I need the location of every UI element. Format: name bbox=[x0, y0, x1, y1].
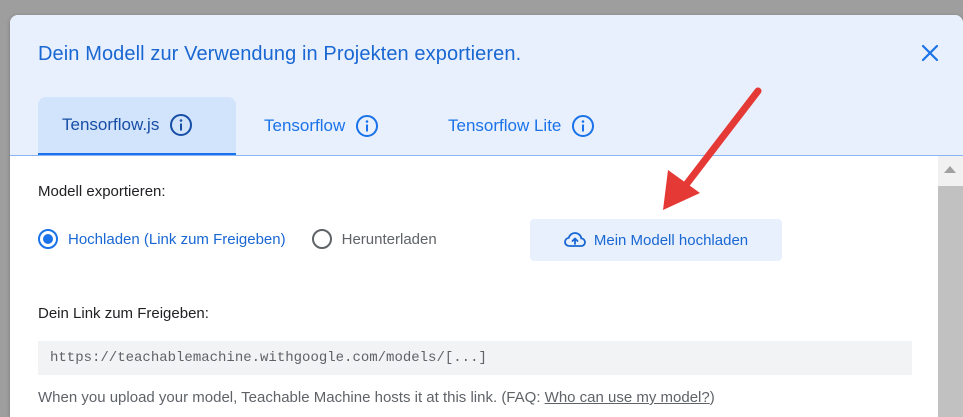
radio-checked-icon bbox=[38, 229, 58, 249]
tab-label: Tensorflow Lite bbox=[448, 116, 562, 135]
tab-tensorflow-js[interactable]: Tensorflow.js bbox=[38, 97, 236, 155]
scroll-thumb[interactable] bbox=[938, 186, 963, 417]
upload-model-button[interactable]: Mein Modell hochladen bbox=[530, 219, 782, 261]
share-helper-text: When you upload your model, Teachable Ma… bbox=[38, 389, 715, 406]
dialog-title: Dein Modell zur Verwendung in Projekten … bbox=[38, 43, 522, 65]
export-options: Hochladen (Link zum Freigeben) Herunterl… bbox=[38, 219, 463, 259]
faq-link[interactable]: Who can use my model? bbox=[545, 389, 710, 406]
helper-suffix: ) bbox=[709, 389, 715, 406]
share-link-value: https://teachablemachine.withgoogle.com/… bbox=[50, 350, 487, 366]
radio-label: Hochladen (Link zum Freigeben) bbox=[68, 230, 286, 248]
radio-download[interactable]: Herunterladen bbox=[311, 229, 437, 249]
close-icon bbox=[921, 44, 939, 62]
tab-label: Tensorflow bbox=[264, 116, 346, 135]
info-icon[interactable] bbox=[571, 114, 595, 138]
scrollbar[interactable] bbox=[938, 156, 963, 417]
helper-prefix: When you upload your model, Teachable Ma… bbox=[38, 389, 545, 406]
export-section-label: Modell exportieren: bbox=[38, 183, 166, 200]
export-dialog: Dein Modell zur Verwendung in Projekten … bbox=[10, 15, 963, 417]
share-link-field[interactable]: https://teachablemachine.withgoogle.com/… bbox=[38, 341, 912, 375]
info-icon[interactable] bbox=[355, 114, 379, 138]
radio-unchecked-icon bbox=[311, 229, 332, 249]
close-button[interactable] bbox=[916, 39, 944, 67]
dialog-header: Dein Modell zur Verwendung in Projekten … bbox=[10, 15, 963, 156]
tab-tensorflow-lite[interactable]: Tensorflow Lite bbox=[424, 97, 654, 155]
share-link-label: Dein Link zum Freigeben: bbox=[38, 305, 209, 322]
radio-upload[interactable]: Hochladen (Link zum Freigeben) bbox=[38, 229, 286, 249]
tab-label: Tensorflow.js bbox=[62, 115, 160, 134]
radio-label: Herunterladen bbox=[341, 230, 437, 248]
upload-button-label: Mein Modell hochladen bbox=[593, 231, 749, 249]
info-icon[interactable] bbox=[169, 113, 193, 137]
tab-tensorflow[interactable]: Tensorflow bbox=[240, 97, 416, 155]
cloud-upload-icon bbox=[563, 232, 586, 247]
scroll-up-icon[interactable] bbox=[944, 166, 956, 173]
